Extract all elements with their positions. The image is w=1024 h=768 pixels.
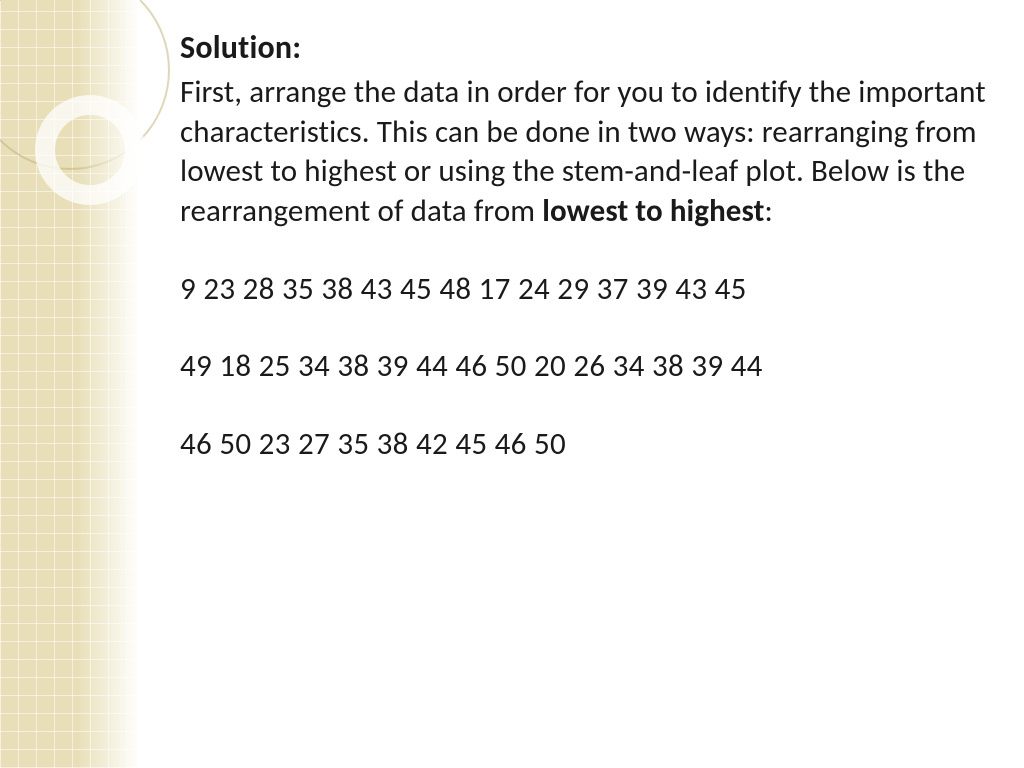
sidebar-fade-overlay	[0, 0, 140, 768]
paragraph-text-part2: :	[764, 192, 772, 230]
data-line-2: 49 18 25 34 38 39 44 46 50 20 26 34 38 3…	[180, 347, 990, 387]
slide-paragraph: First, arrange the data in order for you…	[180, 73, 990, 232]
paragraph-bold-phrase: lowest to highest	[542, 192, 764, 230]
data-line-1: 9 23 28 35 38 43 45 48 17 24 29 37 39 43…	[180, 270, 990, 310]
slide-heading: Solution:	[180, 28, 990, 67]
slide-content: Solution: First, arrange the data in ord…	[180, 28, 990, 465]
data-line-3: 46 50 23 27 35 38 42 45 46 50	[180, 425, 990, 465]
